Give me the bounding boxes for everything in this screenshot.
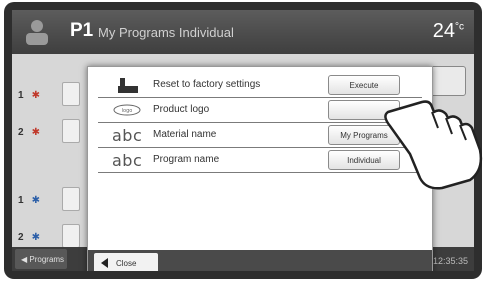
bg-row: 2 ✱ (18, 232, 40, 243)
program-name-label: Program name (153, 154, 220, 165)
temperature: 24°c (432, 20, 464, 42)
product-logo-label: Product logo (153, 104, 210, 115)
dialog-row-material: abc Material name My Programs (98, 123, 422, 148)
back-arrow-icon (101, 258, 108, 268)
dialog-footer: Close (88, 250, 432, 271)
clock: 12:35:35 (432, 256, 468, 266)
bg-row: 1 ✱ (18, 195, 40, 206)
user-icon (26, 20, 48, 45)
program-id: P1 (70, 20, 94, 41)
bg-cell (62, 187, 80, 211)
dialog-row-logo: logo Product logo (98, 98, 422, 123)
bg-cell (62, 82, 80, 106)
abc-text-icon: abc (112, 126, 143, 145)
reset-label: Reset to factory settings (153, 79, 261, 90)
dialog-row-reset: Reset to factory settings Execute (98, 73, 422, 98)
product-logo-icon: logo (113, 104, 141, 116)
factory-icon (118, 78, 138, 93)
programs-button[interactable]: ◀ Programs (15, 249, 67, 269)
bg-row: 1 ✱ (18, 90, 40, 101)
page-title: My Programs Individual (98, 25, 234, 40)
bg-cell (62, 224, 80, 248)
svg-text:logo: logo (122, 108, 133, 114)
close-button[interactable]: Close (94, 253, 158, 271)
abc-text-icon: abc (112, 151, 143, 170)
dialog-row-program: abc Program name Individual (98, 148, 422, 173)
material-name-label: Material name (153, 129, 217, 140)
pointing-hand-icon (384, 100, 483, 190)
bg-row: 2 ✱ (18, 127, 40, 138)
header-bar: P1 My Programs Individual 24°c (12, 10, 474, 54)
bg-cell (62, 119, 80, 143)
